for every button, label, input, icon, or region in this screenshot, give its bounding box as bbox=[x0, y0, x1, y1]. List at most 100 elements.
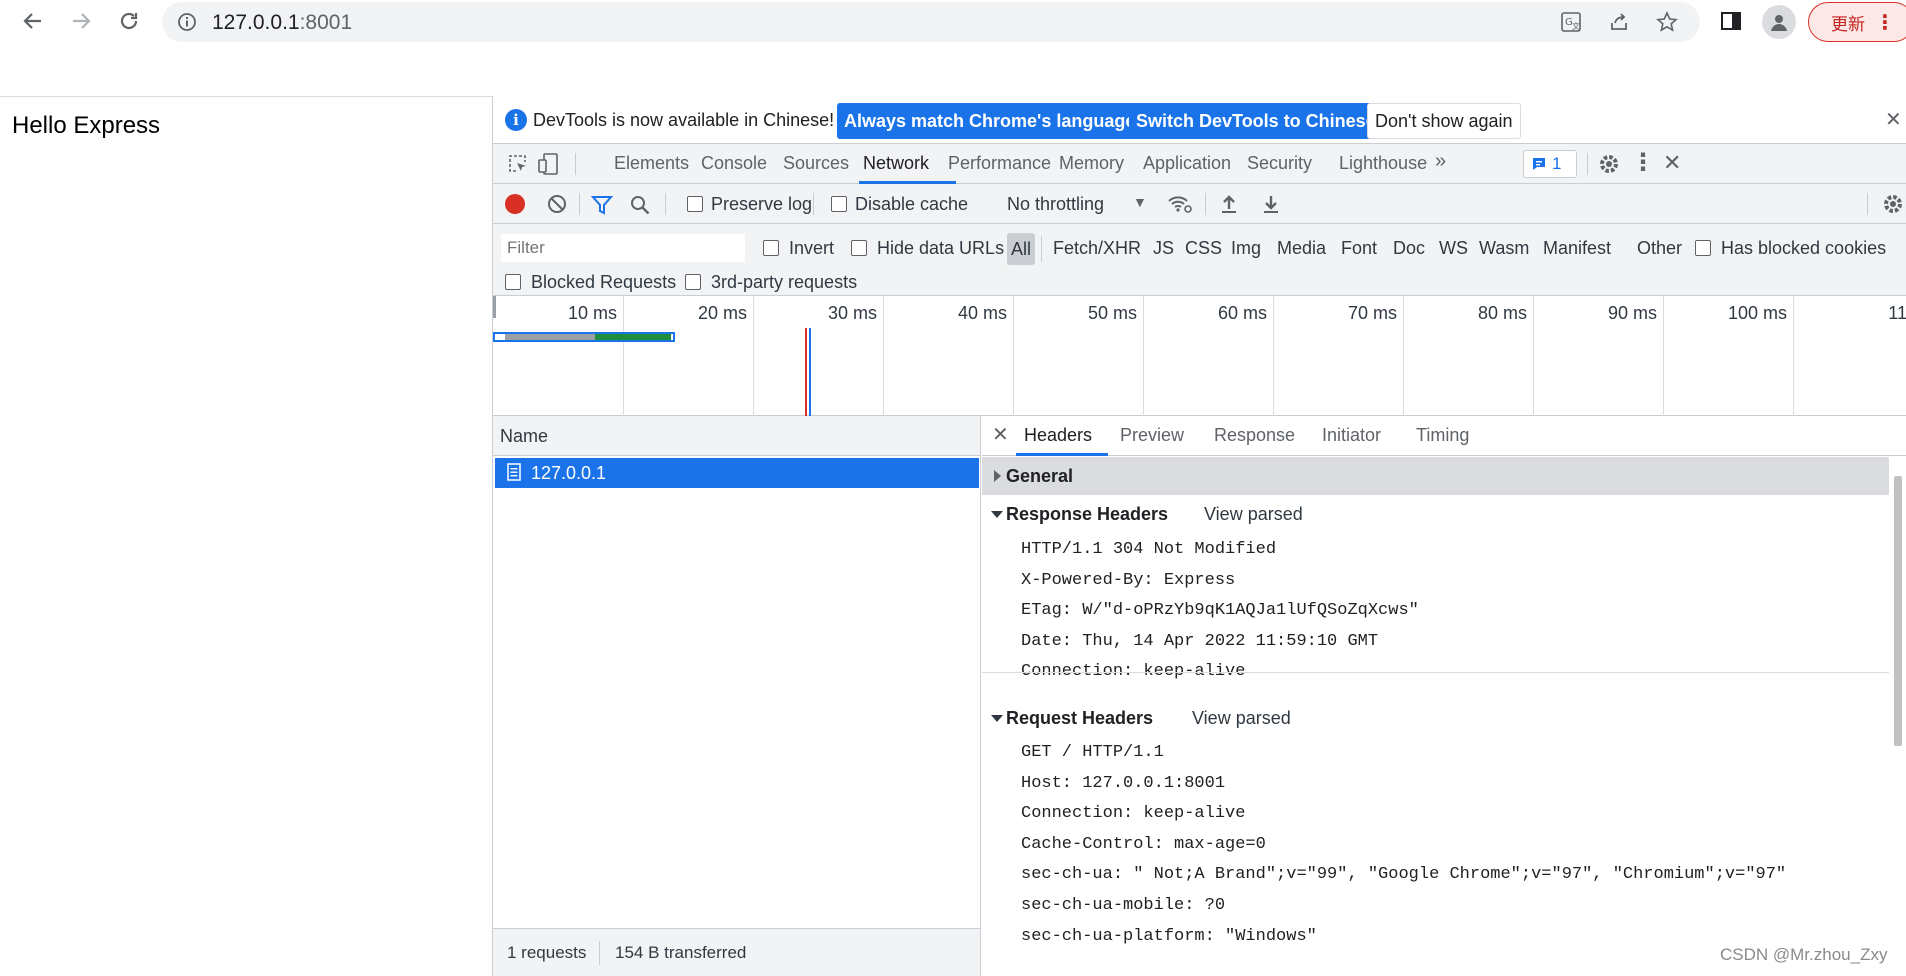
type-filter-media[interactable]: Media bbox=[1277, 238, 1326, 259]
type-filter-font[interactable]: Font bbox=[1341, 238, 1377, 259]
close-infobar-icon[interactable]: ✕ bbox=[1885, 107, 1902, 132]
inspect-element-icon[interactable] bbox=[507, 153, 529, 180]
address-bar[interactable]: 127.0.0.1:8001 G文 bbox=[162, 2, 1700, 42]
update-button[interactable]: 更新 ⋮ bbox=[1808, 2, 1906, 42]
waterfall-download-segment bbox=[595, 334, 671, 340]
blocked-requests-checkbox[interactable] bbox=[505, 274, 521, 290]
type-filter-doc[interactable]: Doc bbox=[1393, 238, 1425, 259]
switch-chinese-button[interactable]: Switch DevTools to Chinese bbox=[1129, 103, 1383, 139]
reload-icon[interactable] bbox=[114, 6, 144, 36]
status-requests: 1 requests bbox=[507, 943, 587, 962]
detail-tab-headers[interactable]: Headers bbox=[1024, 425, 1092, 446]
request-headers-title[interactable]: Request Headers bbox=[1006, 708, 1153, 729]
profile-avatar-icon[interactable] bbox=[1762, 5, 1796, 39]
translate-icon[interactable]: G文 bbox=[1556, 8, 1586, 36]
type-filter-manifest[interactable]: Manifest bbox=[1543, 238, 1611, 259]
disable-cache-checkbox[interactable] bbox=[831, 196, 847, 212]
record-icon[interactable] bbox=[505, 194, 525, 214]
overview-tick-label: 90 ms bbox=[1607, 303, 1657, 323]
settings-gear-icon[interactable] bbox=[1597, 152, 1621, 181]
dont-show-button[interactable]: Don't show again bbox=[1367, 103, 1521, 139]
csdn-watermark: CSDN @Mr.zhou_Zxy bbox=[1720, 945, 1888, 964]
general-title: General bbox=[1006, 466, 1074, 486]
detail-tab-preview[interactable]: Preview bbox=[1120, 425, 1184, 446]
detail-tab-timing[interactable]: Timing bbox=[1416, 425, 1469, 446]
filter-input[interactable] bbox=[501, 234, 745, 262]
more-tabs-chevron-icon[interactable]: » bbox=[1435, 150, 1446, 173]
type-filter-all[interactable]: All bbox=[1007, 233, 1035, 265]
request-row[interactable]: 127.0.0.1 bbox=[495, 458, 979, 488]
tab-memory[interactable]: Memory bbox=[1059, 153, 1124, 174]
general-section-header[interactable]: General bbox=[982, 457, 1889, 495]
tab-performance[interactable]: Performance bbox=[948, 153, 1051, 174]
type-filter-fetch-xhr[interactable]: Fetch/XHR bbox=[1053, 238, 1141, 259]
throttling-dropdown-icon[interactable]: ▼ bbox=[1133, 194, 1147, 210]
status-transferred: 154 B transferred bbox=[615, 943, 747, 962]
bookmark-star-icon[interactable] bbox=[1652, 8, 1682, 36]
overview-resizer-handle[interactable] bbox=[493, 296, 496, 318]
search-icon[interactable] bbox=[629, 194, 651, 221]
overview-tick-label: 10 ms bbox=[567, 303, 617, 323]
overview-tick-label: 80 ms bbox=[1477, 303, 1527, 323]
close-devtools-icon[interactable]: ✕ bbox=[1663, 150, 1681, 176]
overview-grid-line bbox=[1273, 296, 1274, 416]
domcontentloaded-marker bbox=[809, 328, 811, 416]
detail-active-tab-indicator bbox=[1016, 453, 1108, 456]
import-har-icon[interactable] bbox=[1219, 193, 1239, 220]
hide-data-urls-checkbox[interactable] bbox=[851, 240, 867, 256]
tab-sources[interactable]: Sources bbox=[783, 153, 849, 174]
tab-security[interactable]: Security bbox=[1247, 153, 1312, 174]
throttling-select[interactable]: No throttling bbox=[1007, 194, 1104, 215]
match-language-button[interactable]: Always match Chrome's language bbox=[837, 103, 1143, 139]
forward-arrow-icon[interactable] bbox=[66, 6, 96, 36]
tab-network[interactable]: Network bbox=[863, 153, 929, 174]
type-filter-js[interactable]: JS bbox=[1153, 238, 1174, 259]
tabbar-divider bbox=[1587, 153, 1588, 175]
detail-scroll-thumb[interactable] bbox=[1894, 476, 1902, 746]
tab-application[interactable]: Application bbox=[1143, 153, 1231, 174]
tab-elements[interactable]: Elements bbox=[614, 153, 689, 174]
close-detail-icon[interactable]: ✕ bbox=[992, 422, 1009, 447]
load-event-marker bbox=[805, 328, 807, 416]
tab-console[interactable]: Console bbox=[701, 153, 767, 174]
overview-grid-line bbox=[623, 296, 624, 416]
section-divider bbox=[982, 672, 1889, 673]
overview-tick-label: 100 ms bbox=[1727, 303, 1787, 323]
site-info-icon[interactable] bbox=[177, 12, 197, 37]
network-overview-timeline[interactable]: 10 ms 20 ms 30 ms 40 ms 50 ms 60 ms 70 ms 80 ms… bbox=[493, 296, 1906, 416]
network-settings-gear-icon[interactable] bbox=[1881, 192, 1905, 221]
device-toolbar-icon[interactable] bbox=[537, 152, 559, 181]
preserve-log-checkbox[interactable] bbox=[687, 196, 703, 212]
overview-grid-line bbox=[753, 296, 754, 416]
collapsed-triangle-icon bbox=[994, 470, 1001, 482]
expanded-triangle-icon bbox=[991, 715, 1003, 722]
customize-menu-icon[interactable]: ⋮ bbox=[1631, 148, 1655, 177]
type-filter-css[interactable]: CSS bbox=[1185, 238, 1222, 259]
detail-tab-initiator[interactable]: Initiator bbox=[1322, 425, 1381, 446]
type-filter-img[interactable]: Img bbox=[1231, 238, 1261, 259]
third-party-checkbox[interactable] bbox=[685, 274, 701, 290]
toolbar-divider bbox=[579, 193, 580, 215]
has-blocked-cookies-label: Has blocked cookies bbox=[1721, 238, 1887, 258]
issues-badge[interactable]: 1 bbox=[1523, 150, 1577, 178]
response-headers-title[interactable]: Response Headers bbox=[1006, 504, 1168, 525]
page-body-text: Hello Express bbox=[12, 112, 161, 139]
response-view-parsed-link[interactable]: View parsed bbox=[1204, 504, 1303, 525]
overview-grid-line bbox=[883, 296, 884, 416]
type-filter-wasm[interactable]: Wasm bbox=[1479, 238, 1529, 259]
type-filter-ws[interactable]: WS bbox=[1439, 238, 1468, 259]
tab-lighthouse[interactable]: Lighthouse bbox=[1339, 153, 1427, 174]
side-panel-icon[interactable] bbox=[1716, 7, 1746, 35]
back-arrow-icon[interactable] bbox=[18, 6, 48, 36]
has-blocked-cookies-checkbox[interactable] bbox=[1695, 240, 1711, 256]
clear-icon[interactable] bbox=[547, 194, 567, 219]
network-conditions-icon[interactable] bbox=[1167, 193, 1193, 220]
detail-tab-response[interactable]: Response bbox=[1214, 425, 1295, 446]
share-icon[interactable] bbox=[1604, 8, 1634, 36]
export-har-icon[interactable] bbox=[1261, 193, 1281, 220]
request-view-parsed-link[interactable]: View parsed bbox=[1192, 708, 1291, 729]
invert-checkbox[interactable] bbox=[763, 240, 779, 256]
type-filter-other[interactable]: Other bbox=[1637, 238, 1682, 259]
filter-funnel-icon[interactable] bbox=[590, 194, 614, 221]
name-column-header[interactable]: Name bbox=[493, 416, 980, 456]
